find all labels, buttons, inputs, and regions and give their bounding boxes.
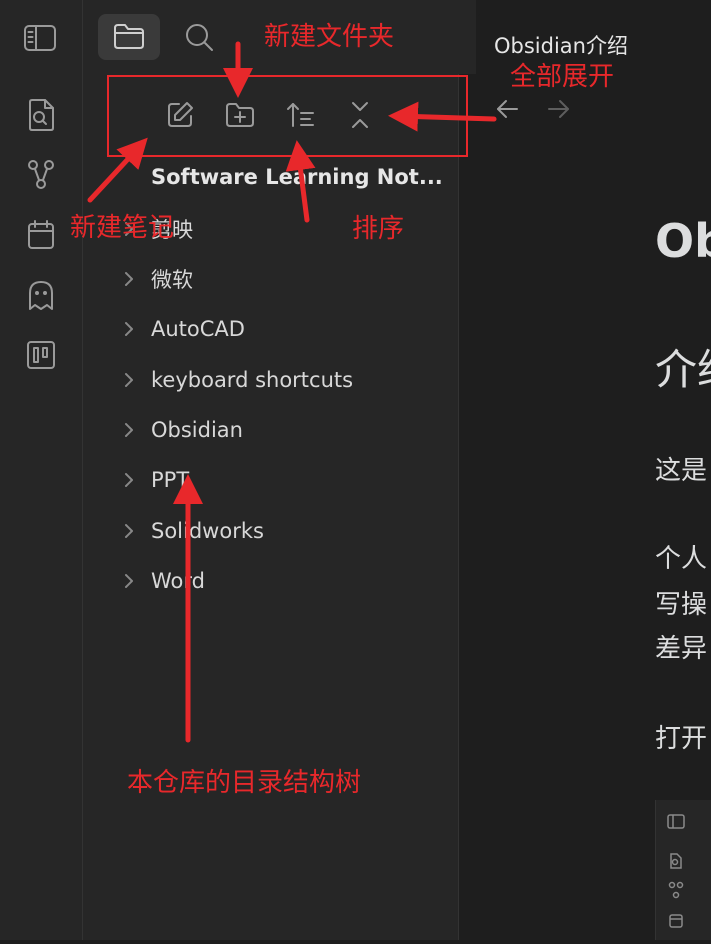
document-heading-2: 介绍 xyxy=(655,345,711,394)
calendar-icon[interactable] xyxy=(22,216,60,254)
search-file-icon[interactable] xyxy=(22,96,60,134)
paragraph-line: 个人 xyxy=(655,544,708,574)
tree-item-folder[interactable]: PPT xyxy=(118,465,189,495)
tree-item-folder[interactable]: keyboard shortcuts xyxy=(118,365,353,395)
tree-item-label: keyboard shortcuts xyxy=(151,368,354,392)
paragraph-line: 这是 xyxy=(655,456,708,486)
tree-item-folder[interactable]: Solidworks xyxy=(118,516,264,546)
folder-icon[interactable] xyxy=(108,18,150,54)
tree-item-folder[interactable]: 微软 xyxy=(118,264,193,294)
annotation-expand-all: 全部展开 xyxy=(510,62,615,92)
file-explorer-panel xyxy=(83,74,459,940)
tree-item-folder[interactable]: Word xyxy=(118,566,205,596)
paragraph-line: 写操 xyxy=(655,590,708,620)
ghost-icon[interactable] xyxy=(22,276,60,314)
arrow-right-icon[interactable] xyxy=(544,94,574,124)
chevron-right-icon xyxy=(118,419,140,441)
tree-item-folder[interactable]: AutoCAD xyxy=(118,314,245,344)
tree-item-label: AutoCAD xyxy=(151,317,245,341)
chevron-right-icon xyxy=(118,318,140,340)
tree-item-label: 微软 xyxy=(151,268,193,292)
tree-item-folder[interactable]: Obsidian xyxy=(118,415,243,445)
tree-item-label: Solidworks xyxy=(151,519,264,543)
graph-icon[interactable] xyxy=(22,156,60,194)
embedded-screenshot xyxy=(655,800,711,940)
search-icon[interactable] xyxy=(180,18,218,56)
chevron-right-icon xyxy=(118,369,140,391)
toolbar-highlight-box xyxy=(107,75,468,157)
chevron-right-icon xyxy=(118,268,140,290)
annotation-tree: 本仓库的目录结构树 xyxy=(127,768,362,798)
annotation-new-note: 新建笔记 xyxy=(70,213,175,243)
annotation-sort: 排序 xyxy=(352,214,405,244)
arrow-left-icon[interactable] xyxy=(492,94,522,124)
sidebar-toggle-icon[interactable] xyxy=(20,20,60,56)
paragraph-line: 差异 xyxy=(655,634,708,664)
paragraph-line: 打开 xyxy=(655,724,708,754)
chevron-right-icon xyxy=(118,520,140,542)
kanban-icon[interactable] xyxy=(22,336,60,374)
chevron-right-icon xyxy=(118,469,140,491)
tree-item-label: Obsidian xyxy=(151,418,243,442)
tree-item-label: PPT xyxy=(151,468,190,492)
vault-name[interactable]: Software Learning Not... xyxy=(151,165,443,189)
chevron-right-icon xyxy=(118,570,140,592)
tree-item-label: Word xyxy=(151,569,205,593)
document-heading-1: Ob xyxy=(655,214,711,268)
left-ribbon xyxy=(0,0,83,940)
annotation-new-folder: 新建文件夹 xyxy=(264,22,395,52)
